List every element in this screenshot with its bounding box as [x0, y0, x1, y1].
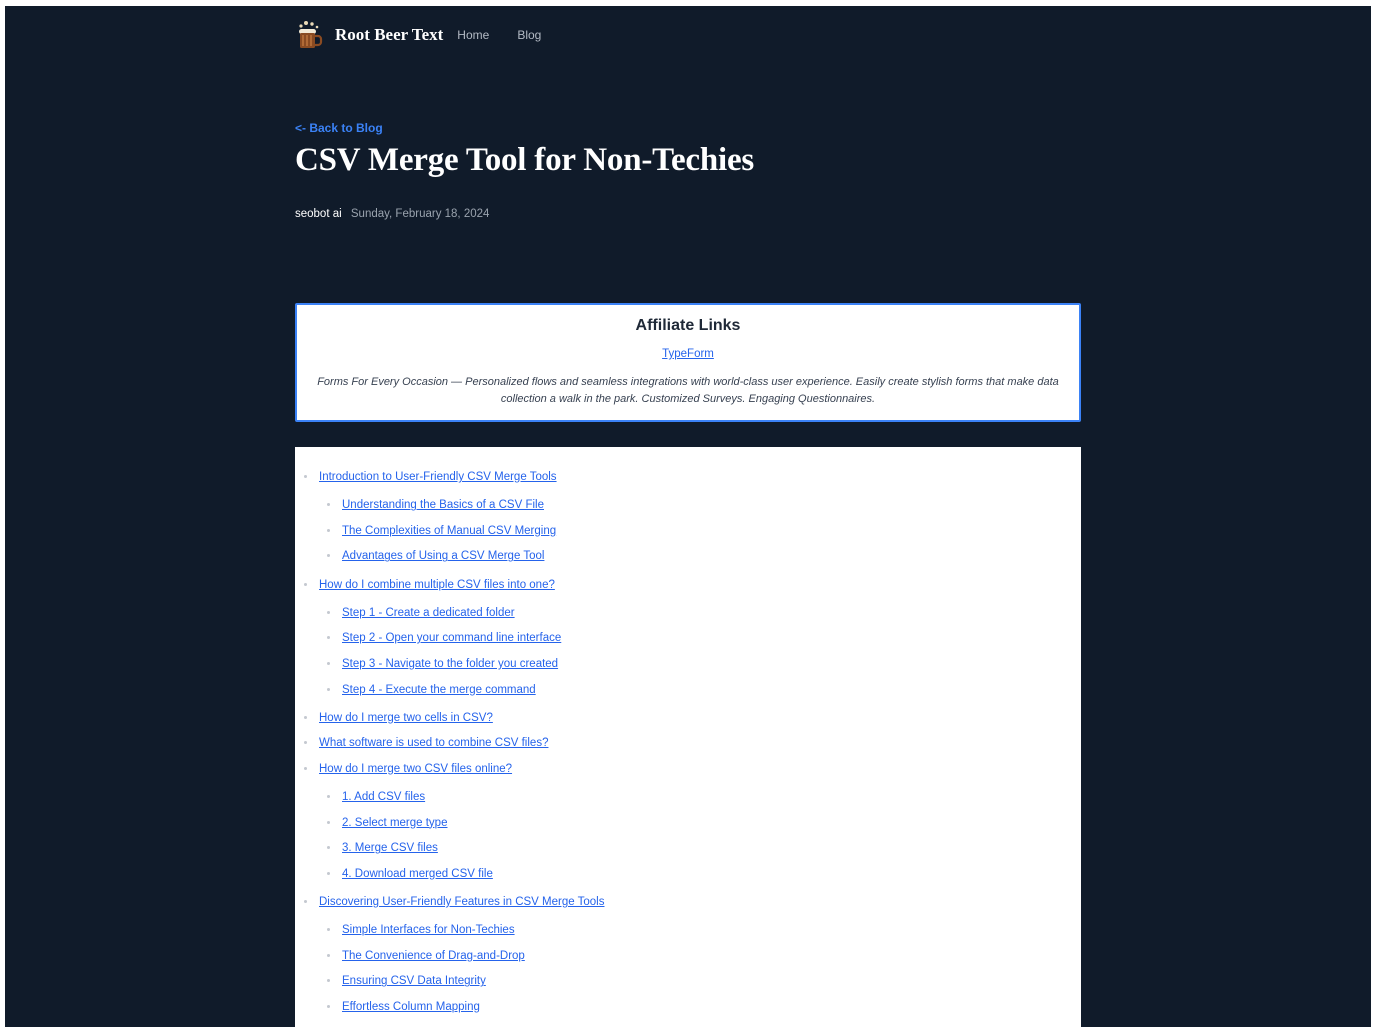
bullet-icon: [327, 503, 330, 507]
bullet-icon: [327, 610, 330, 614]
toc-subitem: Understanding the Basics of a CSV File: [319, 496, 1081, 522]
toc-item: How do I combine multiple CSV files into…: [304, 576, 1081, 602]
toc-link[interactable]: How do I merge two CSV files online?: [319, 763, 512, 775]
toc-link[interactable]: 3. Merge CSV files: [342, 842, 438, 854]
nav-home-link[interactable]: Home: [457, 28, 489, 42]
toc-link[interactable]: Advantages of Using a CSV Merge Tool: [342, 550, 544, 562]
bullet-icon: [327, 687, 330, 691]
bullet-icon: [327, 820, 330, 824]
toc-subitem: Step 3 - Navigate to the folder you crea…: [319, 655, 1081, 681]
toc-link[interactable]: Step 2 - Open your command line interfac…: [342, 632, 561, 644]
brand-name[interactable]: Root Beer Text: [335, 25, 443, 45]
toc-link[interactable]: Ensuring CSV Data Integrity: [342, 975, 486, 987]
bullet-icon: [304, 715, 307, 719]
table-of-contents: Introduction to User-Friendly CSV Merge …: [295, 447, 1081, 1027]
affiliate-heading: Affiliate Links: [635, 317, 741, 334]
toc-link[interactable]: How do I merge two cells in CSV?: [319, 712, 493, 724]
toc-subitem: 2. Select merge type: [319, 814, 1081, 840]
toc-link[interactable]: The Convenience of Drag-and-Drop: [342, 950, 525, 962]
toc-subitem: Ensuring CSV Data Integrity: [319, 972, 1081, 998]
affiliate-description: Forms For Every Occasion — Personalized …: [317, 376, 1059, 405]
toc-link[interactable]: Step 4 - Execute the merge command: [342, 684, 536, 696]
typeform-affiliate-link[interactable]: TypeForm: [662, 348, 714, 360]
toc-subitem: The Complexities of Manual CSV Merging: [319, 522, 1081, 548]
toc-link[interactable]: What software is used to combine CSV fil…: [319, 737, 548, 749]
toc-item: Discovering User-Friendly Features in CS…: [304, 893, 1081, 919]
toc-link[interactable]: 1. Add CSV files: [342, 791, 425, 803]
post-date: Sunday, February 18, 2024: [350, 208, 490, 220]
toc-link[interactable]: 2. Select merge type: [342, 817, 447, 829]
toc-item: What software is used to combine CSV fil…: [304, 734, 1081, 760]
toc-list: Introduction to User-Friendly CSV Merge …: [304, 468, 1081, 1024]
bullet-icon: [327, 928, 330, 932]
bullet-icon: [327, 953, 330, 957]
toc-subitem: Step 4 - Execute the merge command: [319, 681, 1081, 707]
toc-link[interactable]: Discovering User-Friendly Features in CS…: [319, 896, 604, 908]
toc-subitem: Advantages of Using a CSV Merge Tool: [319, 547, 1081, 573]
bullet-icon: [304, 766, 307, 770]
toc-subitem: 1. Add CSV files: [319, 788, 1081, 814]
bullet-icon: [304, 582, 307, 586]
bullet-icon: [327, 871, 330, 875]
toc-item: How do I merge two CSV files online?: [304, 760, 1081, 786]
toc-subitem: Step 1 - Create a dedicated folder: [319, 604, 1081, 630]
toc-subitem: 3. Merge CSV files: [319, 839, 1081, 865]
root-beer-mug-icon[interactable]: [295, 20, 323, 50]
toc-link[interactable]: Step 1 - Create a dedicated folder: [342, 607, 515, 619]
affiliate-links-box: Affiliate Links TypeForm Forms For Every…: [295, 303, 1081, 422]
bullet-icon: [327, 554, 330, 558]
toc-item: Introduction to User-Friendly CSV Merge …: [304, 468, 1081, 494]
toc-link[interactable]: Step 3 - Navigate to the folder you crea…: [342, 658, 558, 670]
toc-item: How do I merge two cells in CSV?: [304, 709, 1081, 735]
bullet-icon: [327, 795, 330, 799]
bullet-icon: [327, 636, 330, 640]
bullet-icon: [304, 900, 307, 904]
post-author: seobot ai: [295, 208, 342, 220]
toc-subitem: Effortless Column Mapping: [319, 998, 1081, 1024]
site-header: Root Beer Text Home Blog: [295, 20, 569, 50]
toc-link[interactable]: Effortless Column Mapping: [342, 1001, 480, 1013]
toc-link[interactable]: Understanding the Basics of a CSV File: [342, 499, 544, 511]
toc-subitem: 4. Download merged CSV file: [319, 865, 1081, 891]
toc-subitem: The Convenience of Drag-and-Drop: [319, 947, 1081, 973]
bullet-icon: [327, 846, 330, 850]
toc-link[interactable]: How do I combine multiple CSV files into…: [319, 579, 555, 591]
toc-subitem: Simple Interfaces for Non-Techies: [319, 921, 1081, 947]
back-to-blog-link[interactable]: <- Back to Blog: [295, 121, 383, 135]
post-meta: seobot ai Sunday, February 18, 2024: [295, 208, 489, 220]
bullet-icon: [327, 979, 330, 983]
toc-subitem: Step 2 - Open your command line interfac…: [319, 629, 1081, 655]
toc-link[interactable]: 4. Download merged CSV file: [342, 868, 493, 880]
bullet-icon: [327, 1005, 330, 1009]
toc-link[interactable]: Introduction to User-Friendly CSV Merge …: [319, 471, 557, 483]
bullet-icon: [304, 475, 307, 478]
bullet-icon: [327, 528, 330, 532]
bullet-icon: [327, 661, 330, 665]
page-frame: Root Beer Text Home Blog <- Back to Blog…: [5, 6, 1371, 1027]
toc-link[interactable]: The Complexities of Manual CSV Merging: [342, 525, 556, 537]
bullet-icon: [304, 741, 307, 745]
page-title: CSV Merge Tool for Non-Techies: [295, 142, 755, 178]
nav-blog-link[interactable]: Blog: [517, 28, 541, 42]
toc-link[interactable]: Simple Interfaces for Non-Techies: [342, 924, 515, 936]
